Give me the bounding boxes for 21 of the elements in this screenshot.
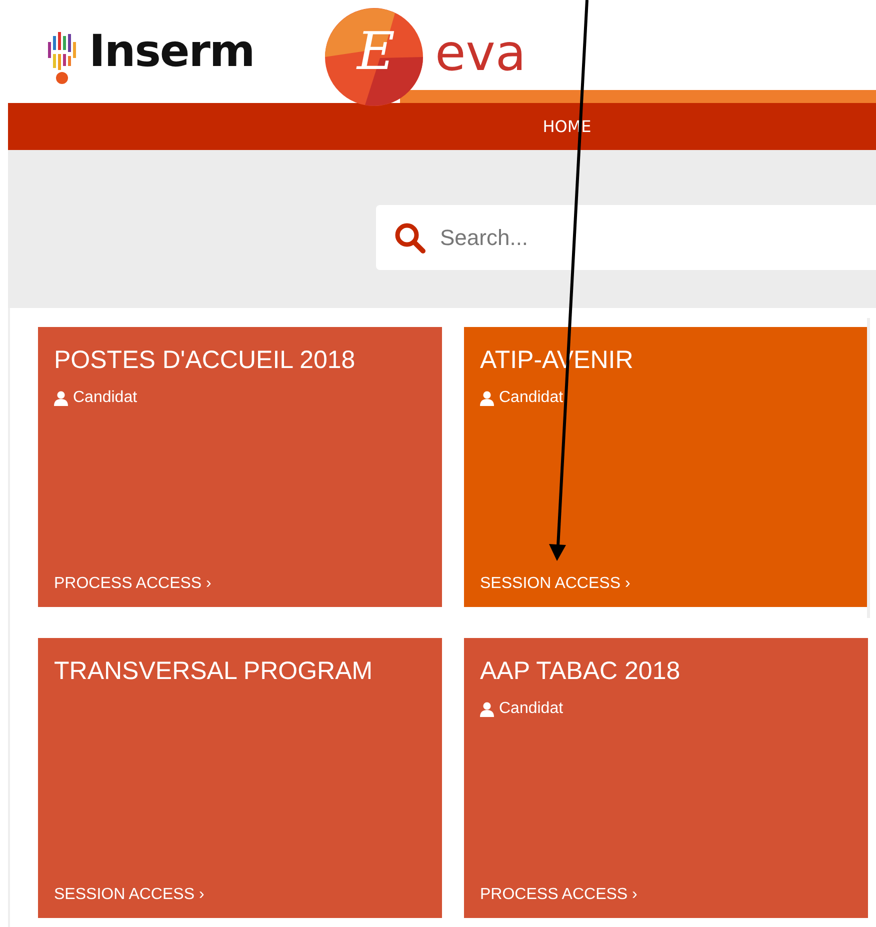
access-link[interactable]: PROCESS ACCESS › [54,575,212,593]
access-link[interactable]: PROCESS ACCESS › [480,886,638,904]
card-title: POSTES D'ACCUEIL 2018 [54,345,356,375]
search-icon [394,222,426,254]
inserm-logo: Inserm [89,30,254,74]
search-field[interactable]: Search... [376,205,876,270]
access-link[interactable]: SESSION ACCESS › [480,575,630,593]
role-label: Candidat [499,389,564,407]
user-icon [480,390,494,406]
user-icon [480,702,494,716]
inserm-bars-icon [47,32,79,72]
eva-logo: eva [435,28,526,78]
eva-badge: E [325,8,423,106]
search-input[interactable]: Search... [438,224,876,252]
role-label: Candidat [499,700,564,718]
access-link[interactable]: SESSION ACCESS › [54,886,204,904]
card-title: TRANSVERSAL PROGRAM [54,656,374,686]
user-icon [54,390,68,406]
card-title: AAP TABAC 2018 [480,656,682,686]
role-label: Candidat [73,389,138,407]
logo-dot-icon [56,72,68,84]
